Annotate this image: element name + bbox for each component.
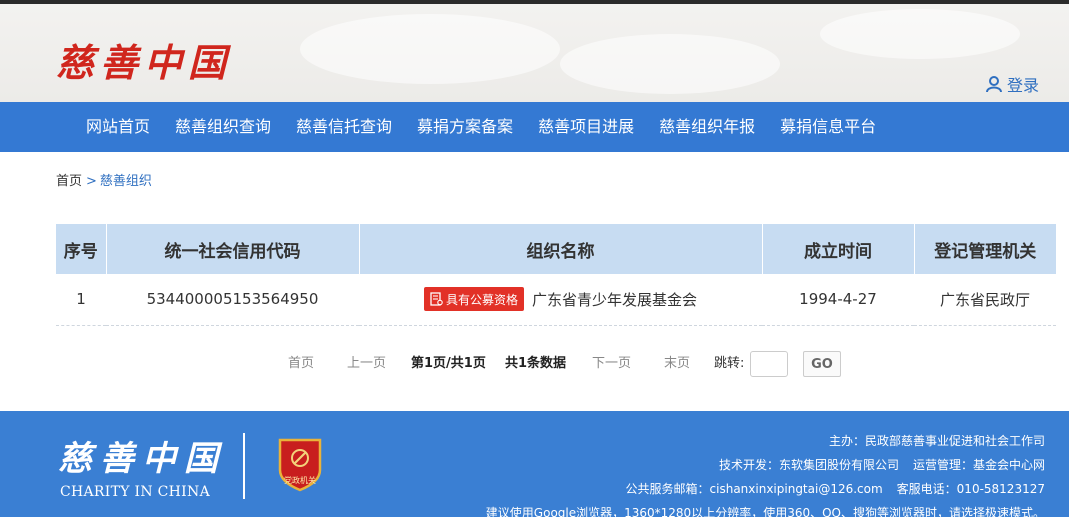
nav-item-charity-org-query[interactable]: 慈善组织查询 [163, 102, 283, 152]
site-header: 慈善中国 登录 [0, 4, 1069, 102]
cell-authority: 广东省民政厅 [914, 274, 1056, 326]
breadcrumb-home[interactable]: 首页 [56, 174, 82, 189]
cloud-decoration [300, 14, 560, 84]
nav-item-fundraising-plan[interactable]: 募捐方案备案 [405, 102, 525, 152]
breadcrumb: 首页 > 慈善组织 [56, 170, 152, 189]
footer-host: 主办：民政部慈善事业促进和社会工作司 [828, 434, 1045, 448]
pager-page-info: 第1页/共1页 [411, 356, 486, 371]
footer-browser-tip: 建议使用Google浏览器，1360*1280以上分辨率，使用360、QQ、搜狗… [485, 506, 1045, 517]
certificate-icon [430, 292, 443, 306]
site-footer: 慈善中国 CHARITY IN CHINA 党政机关 主办：民政部慈善事业促进和… [0, 411, 1069, 517]
user-icon [985, 76, 1002, 93]
public-fundraising-badge: 具有公募资格 [423, 287, 524, 312]
party-emblem-icon[interactable]: 党政机关 [276, 436, 324, 492]
cloud-decoration [560, 34, 780, 94]
nav-item-project-progress[interactable]: 慈善项目进展 [526, 102, 646, 152]
column-header-founded: 成立时间 [762, 224, 915, 274]
footer-tech: 技术开发：东软集团股份有限公司 [718, 458, 899, 472]
footer-divider [243, 433, 245, 499]
org-name-link[interactable]: 广东省青少年发展基金会 [532, 289, 697, 310]
footer-logo: 慈善中国 [58, 439, 226, 479]
nav-item-home[interactable]: 网站首页 [74, 102, 162, 152]
footer-ops: 运营管理：基金会中心网 [912, 458, 1045, 472]
cell-credit-code: 534400005153564950 [106, 274, 359, 326]
column-header-credit-code: 统一社会信用代码 [106, 224, 360, 274]
table-header-row: 序号 统一社会信用代码 组织名称 成立时间 登记管理机关 [56, 224, 1056, 274]
table-row[interactable]: 1 534400005153564950 具有公募资格 广东省青少年发展基金会 [56, 274, 1056, 326]
page-jump-input[interactable] [750, 351, 788, 377]
column-header-index: 序号 [56, 224, 107, 274]
pagination: 首页 上一页 第1页/共1页 共1条数据 下一页 末页 跳转: GO [0, 351, 1069, 379]
pager-jump-label: 跳转: [714, 356, 745, 371]
breadcrumb-current[interactable]: 慈善组织 [100, 174, 152, 189]
footer-info: 主办：民政部慈善事业促进和社会工作司 技术开发：东软集团股份有限公司 运营管理：基… [486, 429, 1045, 517]
badge-label: 具有公募资格 [445, 292, 518, 307]
go-button[interactable]: GO [803, 351, 841, 377]
pager-first[interactable]: 首页 [288, 351, 314, 377]
main-nav: 网站首页 慈善组织查询 慈善信托查询 募捐方案备案 慈善项目进展 慈善组织年报 … [0, 102, 1069, 152]
pager-next[interactable]: 下一页 [592, 351, 631, 377]
pager-last[interactable]: 末页 [664, 351, 690, 377]
cell-org-name: 具有公募资格 广东省青少年发展基金会 [359, 274, 762, 326]
login-link[interactable]: 登录 [985, 72, 1039, 96]
cloud-decoration [820, 9, 1020, 59]
cell-index: 1 [56, 274, 106, 326]
site-logo[interactable]: 慈善中国 [56, 32, 232, 87]
pager-prev[interactable]: 上一页 [347, 351, 386, 377]
nav-item-fundraising-platform[interactable]: 募捐信息平台 [768, 102, 888, 152]
cell-founded: 1994-4-27 [762, 274, 914, 326]
nav-item-charity-trust-query[interactable]: 慈善信托查询 [284, 102, 404, 152]
results-table: 序号 统一社会信用代码 组织名称 成立时间 登记管理机关 1 534400005… [56, 224, 1056, 326]
footer-phone: 客服电话：010-58123127 [896, 482, 1045, 496]
party-badge-text: 党政机关 [284, 475, 316, 485]
pager-total: 共1条数据 [505, 356, 567, 371]
breadcrumb-separator: > [86, 174, 97, 189]
column-header-org-name: 组织名称 [359, 224, 763, 274]
nav-item-annual-report[interactable]: 慈善组织年报 [647, 102, 767, 152]
column-header-authority: 登记管理机关 [914, 224, 1056, 274]
footer-logo-subtitle: CHARITY IN CHINA [60, 484, 210, 500]
footer-email[interactable]: 公共服务邮箱：cishanxinxipingtai@126.com [626, 482, 883, 496]
login-label: 登录 [1006, 76, 1039, 95]
